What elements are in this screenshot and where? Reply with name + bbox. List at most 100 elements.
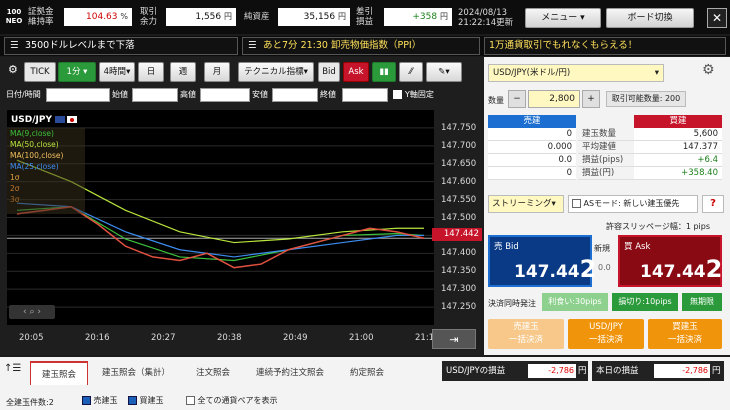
order-panel: USD/JPY(米ドル/円) ▾ ⚙ 数量 − 2,800 + 取引可能数量: 2… xyxy=(484,57,730,355)
close-all-sell-button[interactable]: 売建玉 一括決済 xyxy=(488,319,564,349)
buy-cell: +6.4 xyxy=(634,154,722,167)
row-label: 建玉数量 xyxy=(578,128,634,141)
as-mode-toggle[interactable]: ASモード: 新しい建玉優先 xyxy=(568,195,698,213)
sell-cell: 0.000 xyxy=(488,141,576,154)
table-row: 0 損益(円) +358.40 xyxy=(488,167,722,180)
net-assets-value: 35,156 円 xyxy=(278,8,350,26)
news-ticker-1[interactable]: ☰ 3500ドルレベルまで下落 xyxy=(4,37,238,55)
day-button[interactable]: 日 xyxy=(138,62,164,82)
net-assets-label: 純資産 xyxy=(244,12,270,22)
help-icon[interactable]: ? xyxy=(702,195,724,213)
news-ticker-3[interactable]: 1万通貨取引でもれなくもらえる！ xyxy=(484,37,726,55)
all-pairs-filter[interactable]: 全ての通貨ペアを表示 xyxy=(186,395,278,406)
chart-settings-icon[interactable]: ⚙ xyxy=(8,63,18,76)
close-pair-button[interactable]: USD/JPY 一括決済 xyxy=(568,319,644,349)
tab-1[interactable]: 建玉照会 xyxy=(30,361,88,385)
y-tick-label: 147.700 xyxy=(441,140,477,151)
table-row: 0 建玉数量 5,600 xyxy=(488,128,722,141)
chevron-down-icon: ▾ xyxy=(580,13,585,23)
month-button[interactable]: 月 xyxy=(204,62,230,82)
y-tick-label: 147.600 xyxy=(441,176,477,187)
quantity-input[interactable]: 2,800 xyxy=(528,90,580,108)
zoom-search-icon[interactable]: ‹ ⌕ › xyxy=(9,305,55,319)
tab-4[interactable]: 連続予約注文照会 xyxy=(244,361,336,385)
close-icon[interactable]: ✕ xyxy=(707,8,727,28)
table-row: 0.000 平均建値 147.377 xyxy=(488,141,722,154)
y-tick-label: 147.400 xyxy=(441,248,477,259)
close-field[interactable] xyxy=(342,88,388,102)
legend-item: 1σ xyxy=(10,173,20,182)
legend-item: MA(50,close) xyxy=(10,140,59,149)
legend-item: MA(9,close) xyxy=(10,129,54,138)
y-tick-label: 147.250 xyxy=(441,302,477,313)
top-bar: 100 NEO 証拠金 維持率 104.63 % 取引 余力 1,556 円 純… xyxy=(0,0,730,34)
news-ticker-2[interactable]: ☰ あと7分 21:30 卸売物価指数（PPI） xyxy=(242,37,480,55)
interval-1min-select[interactable]: 1分 ▾ xyxy=(58,62,96,82)
low-field[interactable] xyxy=(272,88,318,102)
candlestick-chart-icon[interactable]: ▮▮ xyxy=(372,62,396,82)
bottom-panel: ↑☰ 建玉照会 建玉照会（集計） 注文照会 連続予約注文照会 約定照会 USD/JPYの… xyxy=(0,357,730,410)
ask-button[interactable]: Ask xyxy=(343,62,369,82)
all-pairs-checkbox[interactable] xyxy=(186,396,195,405)
sell-header: 売建 xyxy=(488,115,576,128)
legend-item: 2σ xyxy=(10,184,20,193)
sell-filter[interactable]: 売建玉 xyxy=(82,395,118,406)
legend-item: MA(25,close) xyxy=(10,162,59,171)
gear-icon[interactable]: ⚙ xyxy=(702,62,715,78)
buy-header: 買建 xyxy=(634,115,722,128)
week-button[interactable]: 週 xyxy=(170,62,196,82)
expiry-button[interactable]: 無期限 xyxy=(682,293,722,311)
sort-icon[interactable]: ↑☰ xyxy=(4,363,21,374)
high-field[interactable] xyxy=(200,88,250,102)
tab-2[interactable]: 建玉照会（集計） xyxy=(90,361,182,385)
board-switch-button[interactable]: ボード切換 xyxy=(606,8,694,28)
buy-filter[interactable]: 買建玉 xyxy=(128,395,164,406)
datetime-field[interactable] xyxy=(46,88,110,102)
news-ticker-bar: ☰ 3500ドルレベルまで下落 ☰ あと7分 21:30 卸売物価指数（PPI） 1… xyxy=(0,36,730,56)
table-row: 0.0 損益(pips) +6.4 xyxy=(488,154,722,167)
app-logo: 100 NEO xyxy=(5,8,23,25)
quantity-minus-button[interactable]: − xyxy=(508,90,526,108)
margin-ratio-value: 104.63 % xyxy=(64,8,132,26)
y-fixed-checkbox[interactable] xyxy=(393,90,402,99)
sell-bid-button[interactable]: 売 Bid 147.442 xyxy=(488,235,596,287)
buy-cell: 147.377 xyxy=(634,141,722,154)
chevron-down-icon: ▾ xyxy=(303,67,308,77)
usd-pl-label: USD/JPYの損益 xyxy=(446,366,506,376)
datetime-filter-label: 日付/時間 xyxy=(6,90,41,99)
scroll-to-latest-icon[interactable]: ⇥ xyxy=(432,329,476,349)
ask-label: 買 Ask xyxy=(624,242,651,252)
chart-symbol: USD/JPY xyxy=(11,115,53,125)
x-tick-label: 20:05 xyxy=(19,333,44,343)
buy-ask-button[interactable]: 買 Ask 147.442 xyxy=(618,235,722,287)
chevron-down-icon: ▾ xyxy=(83,67,88,77)
drawing-tool-icon[interactable]: ✎▾ xyxy=(426,62,462,82)
stop-loss-button[interactable]: 損切り:10pips xyxy=(612,293,678,311)
tick-button[interactable]: TICK xyxy=(24,62,56,82)
tab-3[interactable]: 注文照会 xyxy=(184,361,242,385)
take-profit-button[interactable]: 利食い:30pips xyxy=(542,293,608,311)
price-chart[interactable]: USD/JPY MA(9,close) MA(50,close) MA(100,cl… xyxy=(7,110,434,325)
menu-button[interactable]: メニュー ▾ xyxy=(525,8,601,28)
tab-5[interactable]: 約定照会 xyxy=(338,361,396,385)
low-label: 安値 xyxy=(252,90,268,99)
quantity-plus-button[interactable]: + xyxy=(582,90,600,108)
bid-button[interactable]: Bid xyxy=(318,62,340,82)
line-chart-icon[interactable]: ⁄⁄ xyxy=(399,62,423,82)
buy-filter-checkbox[interactable] xyxy=(128,396,137,405)
position-count: 全建玉件数:2 xyxy=(6,398,54,407)
buy-cell: +358.40 xyxy=(634,167,722,180)
margin-ratio-label: 証拠金 維持率 xyxy=(28,7,54,27)
currency-pair-select[interactable]: USD/JPY(米ドル/円) ▾ xyxy=(488,64,664,82)
x-tick-label: 20:38 xyxy=(217,333,242,343)
period-select[interactable]: 4時間▾ xyxy=(99,62,135,82)
close-label: 終値 xyxy=(320,90,336,99)
sell-filter-checkbox[interactable] xyxy=(82,396,91,405)
y-tick-label: 147.650 xyxy=(441,158,477,169)
close-all-buy-button[interactable]: 買建玉 一括決済 xyxy=(648,319,722,349)
technical-select[interactable]: テクニカル指標▾ xyxy=(238,62,314,82)
as-mode-checkbox[interactable] xyxy=(572,199,581,208)
y-tick-label: 147.500 xyxy=(441,212,477,223)
open-field[interactable] xyxy=(132,88,178,102)
streaming-select[interactable]: ストリーミング▾ xyxy=(488,195,564,213)
